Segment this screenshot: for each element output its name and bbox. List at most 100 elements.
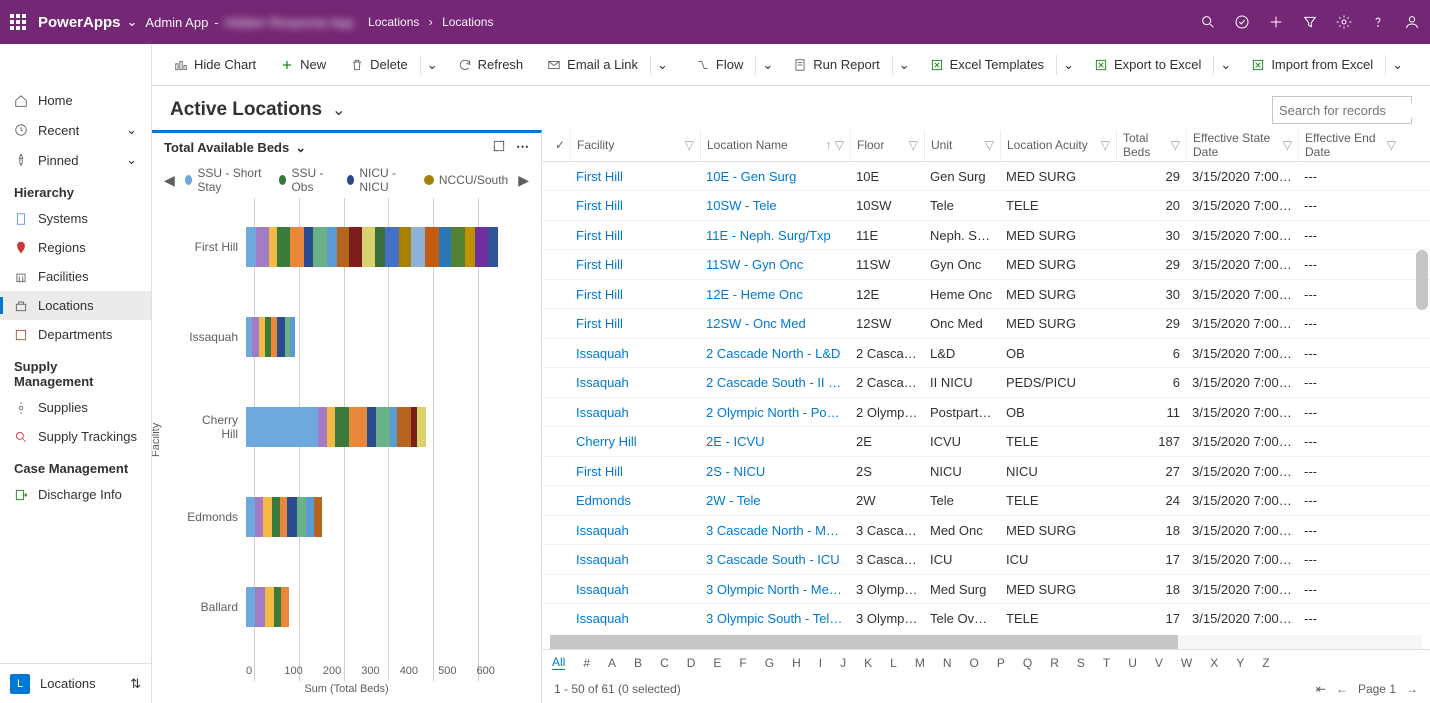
search-icon[interactable]	[1200, 14, 1216, 30]
chart-segment[interactable]	[255, 587, 265, 627]
nav-departments[interactable]: Departments	[0, 320, 151, 349]
nav-trackings[interactable]: Supply Trackings	[0, 422, 151, 451]
cmd-new[interactable]: New	[270, 53, 336, 76]
cmd-create-view[interactable]: Create view	[1421, 53, 1430, 76]
alpha-B[interactable]: B	[634, 656, 642, 670]
cmd-email[interactable]: Email a Link	[537, 53, 648, 76]
chart-segment[interactable]	[314, 497, 322, 537]
table-row[interactable]: First Hill2S - NICU2SNICUNICU273/15/2020…	[542, 457, 1430, 487]
chart-segment[interactable]	[274, 587, 281, 627]
cell-location-name[interactable]: 10E - Gen Surg	[700, 169, 850, 184]
chart-segment[interactable]	[390, 407, 397, 447]
chart-segment[interactable]	[397, 407, 411, 447]
cmd-exceltpl-chevron[interactable]: ⌄	[1056, 55, 1080, 75]
chart-segment[interactable]	[246, 587, 255, 627]
cell-facility[interactable]: First Hill	[570, 464, 700, 479]
chart-title[interactable]: Total Available Beds	[164, 140, 289, 155]
chevron-down-icon[interactable]: ⌄	[126, 152, 137, 168]
chart-segment[interactable]	[287, 497, 297, 537]
gear-icon[interactable]	[1336, 14, 1352, 30]
cell-facility[interactable]: Issaquah	[570, 611, 700, 626]
chart-bar[interactable]	[246, 227, 531, 267]
chart-segment[interactable]	[375, 227, 386, 267]
breadcrumb-2[interactable]: Locations	[442, 15, 493, 29]
chevron-down-icon[interactable]: ⌄	[332, 100, 345, 120]
cmd-email-chevron[interactable]: ⌄	[650, 55, 674, 75]
alpha-F[interactable]: F	[739, 656, 746, 670]
nav-supplies[interactable]: Supplies	[0, 393, 151, 422]
alpha-D[interactable]: D	[687, 656, 696, 670]
chart-segment[interactable]	[269, 227, 277, 267]
chart-segment[interactable]	[399, 227, 411, 267]
chart-segment[interactable]	[385, 227, 399, 267]
cell-facility[interactable]: Issaquah	[570, 405, 700, 420]
chart-segment[interactable]	[337, 227, 349, 267]
cell-location-name[interactable]: 11E - Neph. Surg/Txp	[700, 228, 850, 243]
waffle-icon[interactable]	[10, 14, 28, 30]
cmd-delete[interactable]: Delete	[340, 53, 418, 76]
col-unit[interactable]: Unit▽	[924, 130, 1000, 161]
chart-segment[interactable]	[327, 227, 337, 267]
col-start-date[interactable]: Effective State Date▽	[1186, 130, 1298, 161]
chart-segment[interactable]	[465, 227, 475, 267]
cell-facility[interactable]: Issaquah	[570, 582, 700, 597]
alpha-P[interactable]: P	[997, 656, 1005, 670]
table-row[interactable]: First Hill12E - Heme Onc12EHeme OncMED S…	[542, 280, 1430, 310]
nav-footer[interactable]: L Locations ⇅	[0, 663, 151, 703]
legend-item[interactable]: SSU - Obs	[279, 166, 335, 194]
filter-icon[interactable]: ▽	[685, 138, 694, 152]
chart-segment[interactable]	[439, 227, 452, 267]
breadcrumb-1[interactable]: Locations	[368, 15, 419, 29]
table-row[interactable]: Cherry Hill2E - ICVU2EICVUTELE1873/15/20…	[542, 427, 1430, 457]
nav-locations[interactable]: Locations	[0, 291, 151, 320]
table-row[interactable]: First Hill11E - Neph. Surg/Txp11ENeph. S…	[542, 221, 1430, 251]
col-acuity[interactable]: Location Acuity▽	[1000, 130, 1116, 161]
cell-location-name[interactable]: 3 Olympic South - Tele Overfov	[700, 611, 850, 626]
table-row[interactable]: Issaquah2 Cascade North - L&D2 Cascade .…	[542, 339, 1430, 369]
cmd-export-chevron[interactable]: ⌄	[1213, 55, 1237, 75]
app-sub[interactable]: Admin App	[145, 15, 208, 30]
alpha-Q[interactable]: Q	[1023, 656, 1032, 670]
col-select[interactable]: ✓	[550, 130, 570, 161]
table-row[interactable]: Issaquah3 Olympic South - Tele Overfov3 …	[542, 604, 1430, 633]
add-icon[interactable]	[1268, 14, 1284, 30]
cmd-excel-templates[interactable]: Excel Templates	[920, 53, 1054, 76]
alpha-O[interactable]: O	[970, 656, 979, 670]
user-icon[interactable]	[1404, 14, 1420, 30]
alpha-G[interactable]: G	[765, 656, 774, 670]
nav-regions[interactable]: Regions	[0, 233, 151, 262]
nav-pinned[interactable]: Pinned⌄	[0, 145, 151, 175]
cell-facility[interactable]: First Hill	[570, 316, 700, 331]
chart-segment[interactable]	[306, 497, 314, 537]
alpha-J[interactable]: J	[840, 656, 846, 670]
cell-facility[interactable]: Issaquah	[570, 346, 700, 361]
chart-bar[interactable]	[246, 407, 531, 447]
cell-location-name[interactable]: 12SW - Onc Med	[700, 316, 850, 331]
cell-location-name[interactable]: 2 Cascade South - II NICU	[700, 375, 850, 390]
cell-location-name[interactable]: 2 Olympic North - Postpartum	[700, 405, 850, 420]
horizontal-scrollbar[interactable]	[550, 635, 1422, 649]
chart-segment[interactable]	[362, 227, 375, 267]
chart-segment[interactable]	[246, 497, 255, 537]
chart-segment[interactable]	[277, 227, 290, 267]
col-total-beds[interactable]: Total Beds▽	[1116, 130, 1186, 161]
view-title[interactable]: Active Locations	[170, 99, 322, 121]
cmd-flow[interactable]: Flow	[686, 53, 753, 76]
nav-discharge[interactable]: Discharge Info	[0, 480, 151, 509]
cell-facility[interactable]: Edmonds	[570, 493, 700, 508]
next-page-icon[interactable]: →	[1406, 682, 1418, 696]
table-row[interactable]: First Hill10E - Gen Surg10EGen SurgMED S…	[542, 162, 1430, 192]
cmd-export-excel[interactable]: Export to Excel	[1084, 53, 1211, 76]
chart-segment[interactable]	[255, 497, 263, 537]
cell-facility[interactable]: Issaquah	[570, 375, 700, 390]
alpha-W[interactable]: W	[1181, 656, 1192, 670]
expand-icon[interactable]: ⇅	[130, 676, 141, 692]
chart-segment[interactable]	[335, 407, 349, 447]
chart-bar[interactable]	[246, 587, 531, 627]
cmd-import-excel[interactable]: Import from Excel	[1241, 53, 1383, 76]
alpha-U[interactable]: U	[1128, 656, 1137, 670]
chart-segment[interactable]	[318, 407, 327, 447]
table-row[interactable]: Issaquah2 Olympic North - Postpartum2 Ol…	[542, 398, 1430, 428]
alpha-T[interactable]: T	[1103, 656, 1110, 670]
chart-segment[interactable]	[246, 227, 256, 267]
